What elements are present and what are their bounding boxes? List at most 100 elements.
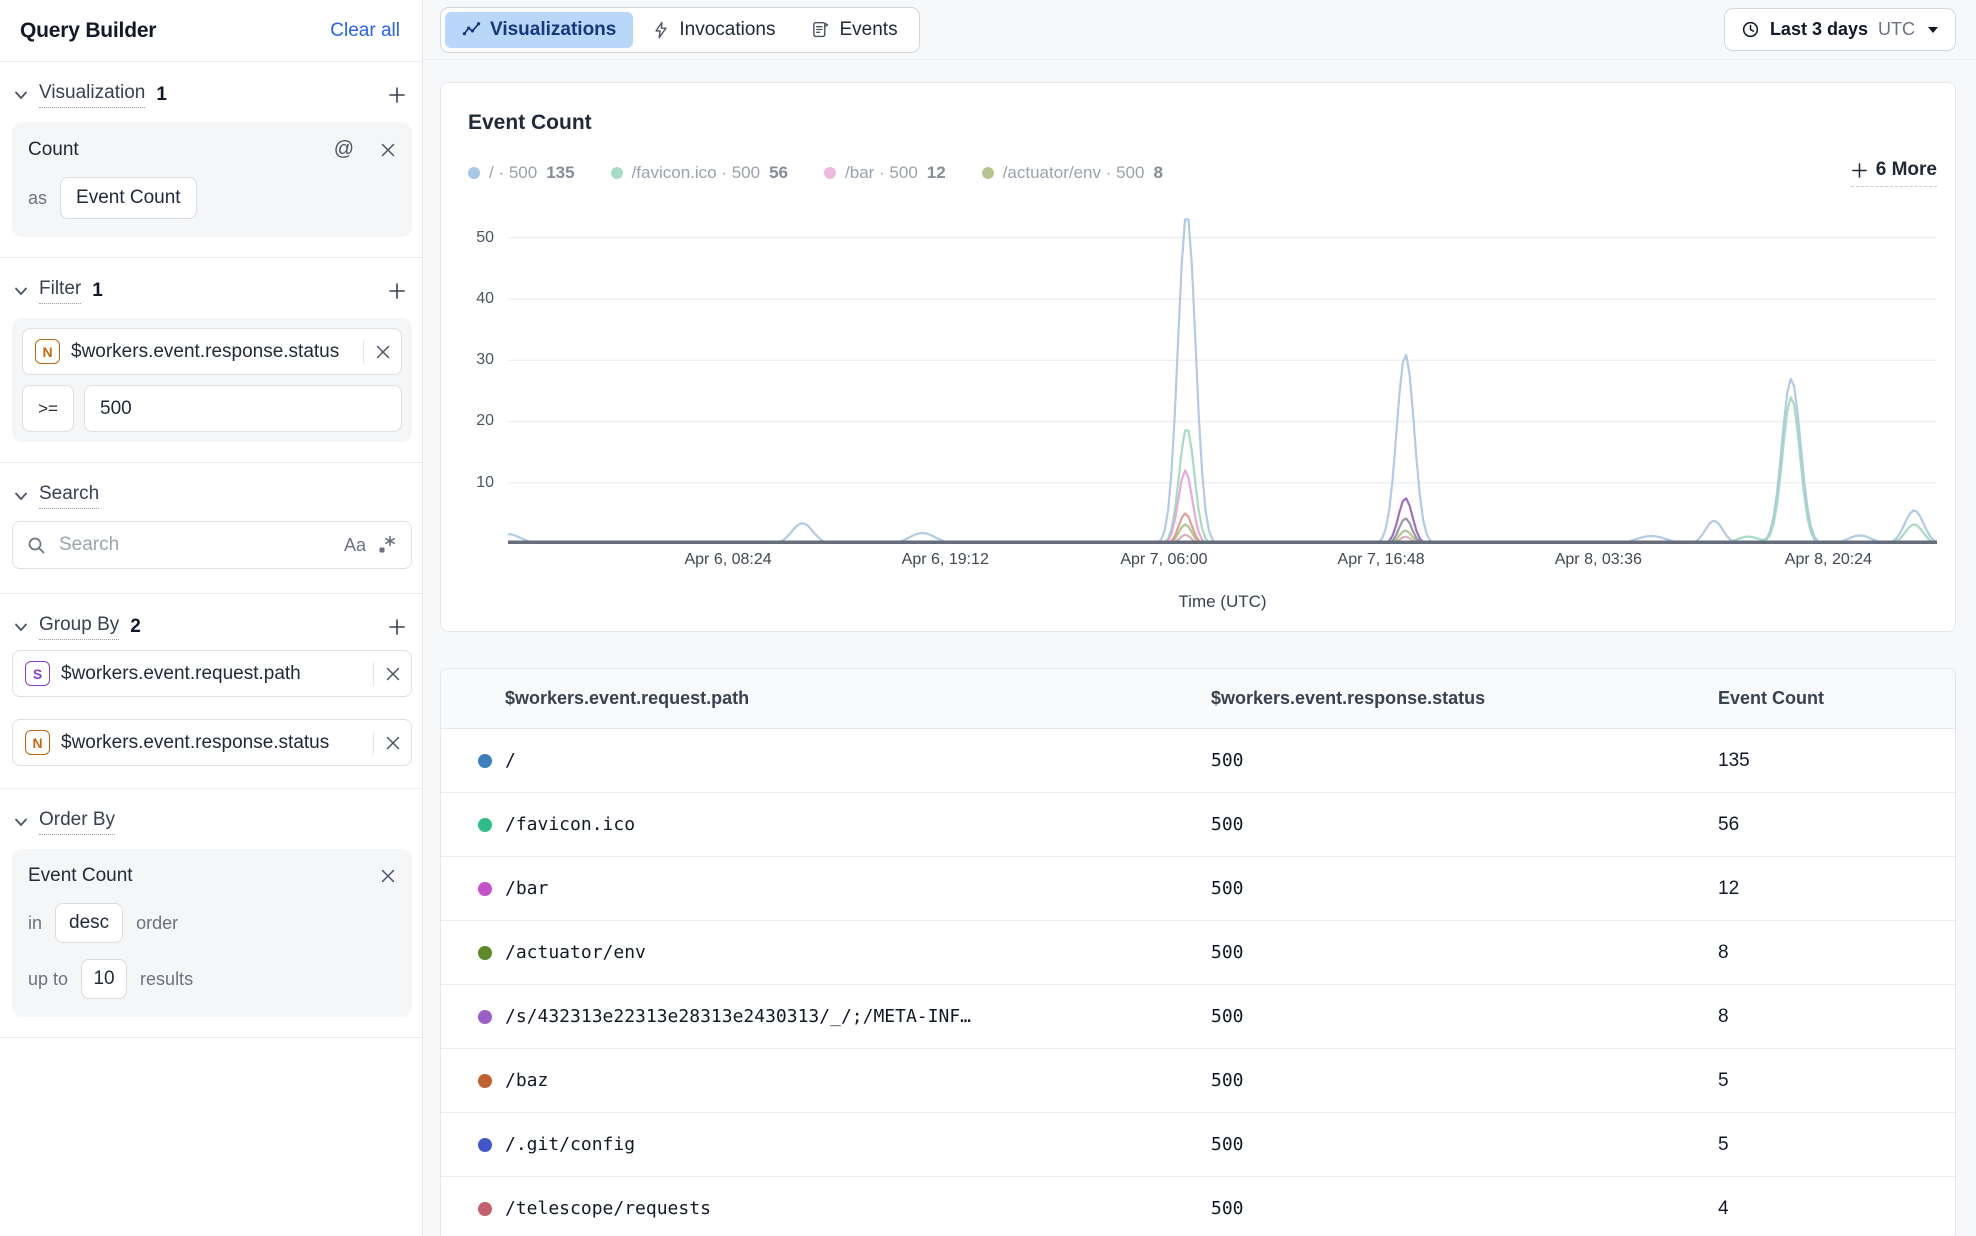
legend-count: 135: [546, 163, 574, 183]
legend-item[interactable]: /favicon.ico · 50056: [611, 163, 788, 183]
event-note-icon: [811, 20, 830, 39]
table-row[interactable]: /500135: [441, 729, 1955, 793]
chevron-down-icon[interactable]: [14, 287, 28, 296]
attribute-icon[interactable]: @: [334, 138, 354, 161]
group-by-field[interactable]: S $workers.event.request.path: [12, 650, 412, 697]
group-by-section-label: Group By: [39, 614, 119, 640]
time-range-picker[interactable]: Last 3 days UTC: [1724, 8, 1956, 51]
remove-order-by-icon[interactable]: [380, 868, 396, 884]
series-dot-icon: [478, 1010, 492, 1024]
tab-visualizations[interactable]: Visualizations: [445, 12, 633, 48]
column-header-status: $workers.event.response.status: [1211, 688, 1718, 709]
table-row[interactable]: /.git/config5005: [441, 1113, 1955, 1177]
table-row[interactable]: /baz5005: [441, 1049, 1955, 1113]
match-case-icon[interactable]: Aa: [344, 535, 366, 556]
legend-item[interactable]: /actuator/env · 5008: [982, 163, 1163, 183]
group-by-field-name: $workers.event.response.status: [61, 732, 362, 754]
add-filter-button[interactable]: [386, 280, 408, 302]
remove-group-by-icon[interactable]: [385, 735, 401, 751]
sidebar-spacer: [0, 1038, 422, 1236]
chevron-down-icon[interactable]: [14, 623, 28, 632]
chart-legend-items: / · 500 135/favicon.ico · 50056/bar · 500…: [468, 163, 1163, 183]
cell-path: /actuator/env: [505, 942, 646, 963]
in-label: in: [28, 913, 42, 934]
direction-select[interactable]: desc: [55, 903, 123, 943]
filter-operator-select[interactable]: >=: [22, 385, 74, 432]
chevron-down-icon[interactable]: [14, 818, 28, 827]
remove-group-by-icon[interactable]: [385, 666, 401, 682]
plus-icon: [1851, 162, 1868, 179]
divider: [373, 731, 374, 755]
cell-path: /telescope/requests: [505, 1198, 711, 1219]
app-root: Query Builder Clear all Visualization 1 …: [0, 0, 1976, 1236]
order-by-field: Event Count: [28, 865, 133, 887]
x-tick-label: Apr 8, 03:36: [1555, 551, 1642, 569]
alias-field[interactable]: Event Count: [60, 177, 197, 219]
group-by-field[interactable]: N $workers.event.response.status: [12, 719, 412, 766]
tab-invocations[interactable]: Invocations: [635, 12, 792, 48]
legend-item[interactable]: /bar · 50012: [824, 163, 946, 183]
line-chart-icon: [462, 20, 481, 39]
search-icon: [27, 536, 46, 555]
series-dot-icon: [478, 818, 492, 832]
section-filter: Filter 1 N $workers.event.response.statu…: [0, 258, 422, 463]
filter-field-input[interactable]: N $workers.event.response.status: [22, 328, 402, 375]
table-body: /500135/favicon.ico50056/bar50012/actuat…: [441, 729, 1955, 1236]
x-tick-label: Apr 7, 06:00: [1120, 551, 1207, 569]
visualization-card: Count @ as Event Count: [12, 122, 412, 237]
chevron-down-icon[interactable]: [14, 492, 28, 501]
filter-section-label: Filter: [39, 278, 81, 304]
sidebar-header: Query Builder Clear all: [0, 0, 422, 62]
regex-icon[interactable]: [377, 535, 397, 555]
sidebar: Query Builder Clear all Visualization 1 …: [0, 0, 423, 1236]
tab-events[interactable]: Events: [794, 12, 914, 48]
section-order-by: Order By Event Count in desc order up to…: [0, 789, 422, 1038]
legend-count: 56: [769, 163, 788, 183]
search-input[interactable]: [57, 533, 333, 557]
column-header-path: $workers.event.request.path: [441, 688, 1211, 709]
page-title: Query Builder: [20, 19, 156, 43]
order-by-card: Event Count in desc order up to 10 resul…: [12, 849, 412, 1017]
add-group-by-button[interactable]: [386, 616, 408, 638]
legend-dot-icon: [982, 167, 994, 179]
series-dot-icon: [478, 1202, 492, 1216]
divider: [363, 340, 364, 364]
y-tick-label: 30: [476, 351, 494, 369]
order-by-section-label: Order By: [39, 809, 115, 835]
limit-input[interactable]: 10: [81, 959, 127, 999]
add-visualization-button[interactable]: [386, 84, 408, 106]
cell-count: 8: [1718, 1006, 1955, 1028]
y-axis-labels: 1020304050: [468, 207, 508, 544]
legend-item[interactable]: / · 500 135: [468, 163, 575, 183]
divider: [373, 662, 374, 686]
caret-down-icon: [1927, 26, 1939, 34]
table-row[interactable]: /telescope/requests5004: [441, 1177, 1955, 1236]
table-row[interactable]: /bar50012: [441, 857, 1955, 921]
table-row[interactable]: /s/432313e22313e28313e2430313/_/;/META-I…: [441, 985, 1955, 1049]
legend-label: / · 500: [489, 163, 537, 183]
cell-path: /favicon.ico: [505, 814, 635, 835]
series-dot-icon: [478, 946, 492, 960]
cell-path: /s/432313e22313e28313e2430313/_/;/META-I…: [505, 1006, 971, 1027]
filter-value-input[interactable]: 500: [84, 385, 402, 432]
remove-filter-icon[interactable]: [375, 344, 391, 360]
legend-count: 8: [1153, 163, 1162, 183]
tab-label: Invocations: [679, 19, 775, 41]
number-type-badge: N: [25, 730, 50, 755]
clock-icon: [1741, 20, 1760, 39]
metric-label: Count: [28, 139, 79, 161]
chevron-down-icon[interactable]: [14, 91, 28, 100]
remove-visualization-icon[interactable]: [380, 142, 396, 158]
cell-status: 500: [1211, 1070, 1718, 1091]
x-tick-label: Apr 6, 08:24: [684, 551, 771, 569]
event-count-chart: [508, 207, 1937, 544]
group-by-field-name: $workers.event.request.path: [61, 663, 362, 685]
x-axis-labels: Apr 6, 08:24Apr 6, 19:12Apr 7, 06:00Apr …: [508, 544, 1937, 568]
filter-count: 1: [92, 280, 103, 302]
chart-card: Event Count / · 500135/favicon.ico · 500…: [440, 82, 1956, 632]
clear-all-link[interactable]: Clear all: [330, 20, 400, 42]
cell-status: 500: [1211, 1006, 1718, 1027]
legend-more-button[interactable]: 6 More: [1851, 159, 1937, 187]
table-row[interactable]: /actuator/env5008: [441, 921, 1955, 985]
table-row[interactable]: /favicon.ico50056: [441, 793, 1955, 857]
